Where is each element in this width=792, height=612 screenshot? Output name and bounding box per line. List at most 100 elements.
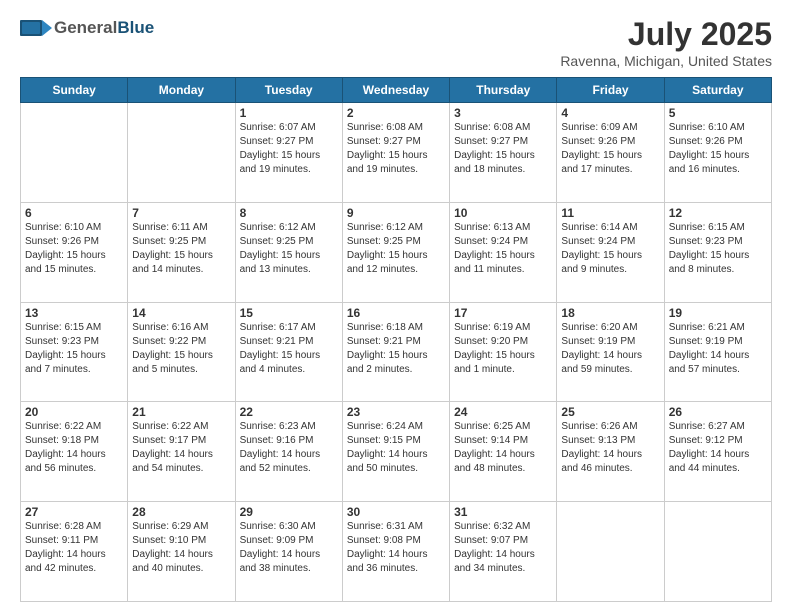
day-info: Sunrise: 6:13 AM Sunset: 9:24 PM Dayligh… [454,221,552,277]
calendar-cell: 16Sunrise: 6:18 AM Sunset: 9:21 PM Dayli… [342,302,449,402]
day-number: 12 [669,206,767,220]
day-info: Sunrise: 6:08 AM Sunset: 9:27 PM Dayligh… [454,121,552,177]
day-info: Sunrise: 6:11 AM Sunset: 9:25 PM Dayligh… [132,221,230,277]
day-info: Sunrise: 6:31 AM Sunset: 9:08 PM Dayligh… [347,520,445,576]
week-row-5: 27Sunrise: 6:28 AM Sunset: 9:11 PM Dayli… [21,502,772,602]
day-number: 7 [132,206,230,220]
weekday-header-monday: Monday [128,78,235,103]
calendar-cell: 26Sunrise: 6:27 AM Sunset: 9:12 PM Dayli… [664,402,771,502]
day-number: 25 [561,405,659,419]
day-number: 24 [454,405,552,419]
calendar-cell: 7Sunrise: 6:11 AM Sunset: 9:25 PM Daylig… [128,202,235,302]
day-number: 22 [240,405,338,419]
calendar-cell: 24Sunrise: 6:25 AM Sunset: 9:14 PM Dayli… [450,402,557,502]
logo-icon [20,16,52,40]
day-info: Sunrise: 6:17 AM Sunset: 9:21 PM Dayligh… [240,321,338,377]
location: Ravenna, Michigan, United States [560,53,772,69]
day-info: Sunrise: 6:16 AM Sunset: 9:22 PM Dayligh… [132,321,230,377]
calendar-cell: 22Sunrise: 6:23 AM Sunset: 9:16 PM Dayli… [235,402,342,502]
calendar-table: SundayMondayTuesdayWednesdayThursdayFrid… [20,77,772,602]
logo: General Blue [20,16,154,40]
day-info: Sunrise: 6:20 AM Sunset: 9:19 PM Dayligh… [561,321,659,377]
day-number: 29 [240,505,338,519]
day-info: Sunrise: 6:30 AM Sunset: 9:09 PM Dayligh… [240,520,338,576]
day-number: 17 [454,306,552,320]
day-number: 9 [347,206,445,220]
calendar-cell: 2Sunrise: 6:08 AM Sunset: 9:27 PM Daylig… [342,103,449,203]
day-number: 10 [454,206,552,220]
day-info: Sunrise: 6:23 AM Sunset: 9:16 PM Dayligh… [240,420,338,476]
weekday-header-thursday: Thursday [450,78,557,103]
day-number: 30 [347,505,445,519]
weekday-header-saturday: Saturday [664,78,771,103]
day-info: Sunrise: 6:07 AM Sunset: 9:27 PM Dayligh… [240,121,338,177]
calendar-cell [664,502,771,602]
day-number: 31 [454,505,552,519]
logo-general-text: General [54,18,117,38]
day-info: Sunrise: 6:22 AM Sunset: 9:17 PM Dayligh… [132,420,230,476]
calendar-cell: 4Sunrise: 6:09 AM Sunset: 9:26 PM Daylig… [557,103,664,203]
day-info: Sunrise: 6:10 AM Sunset: 9:26 PM Dayligh… [25,221,123,277]
calendar-cell: 30Sunrise: 6:31 AM Sunset: 9:08 PM Dayli… [342,502,449,602]
day-info: Sunrise: 6:15 AM Sunset: 9:23 PM Dayligh… [669,221,767,277]
calendar-cell: 15Sunrise: 6:17 AM Sunset: 9:21 PM Dayli… [235,302,342,402]
day-number: 6 [25,206,123,220]
calendar-cell: 27Sunrise: 6:28 AM Sunset: 9:11 PM Dayli… [21,502,128,602]
calendar-cell: 9Sunrise: 6:12 AM Sunset: 9:25 PM Daylig… [342,202,449,302]
day-info: Sunrise: 6:19 AM Sunset: 9:20 PM Dayligh… [454,321,552,377]
weekday-header-friday: Friday [557,78,664,103]
day-info: Sunrise: 6:18 AM Sunset: 9:21 PM Dayligh… [347,321,445,377]
day-info: Sunrise: 6:27 AM Sunset: 9:12 PM Dayligh… [669,420,767,476]
header: General Blue July 2025 Ravenna, Michigan… [20,16,772,69]
calendar-cell: 1Sunrise: 6:07 AM Sunset: 9:27 PM Daylig… [235,103,342,203]
weekday-header-tuesday: Tuesday [235,78,342,103]
day-info: Sunrise: 6:25 AM Sunset: 9:14 PM Dayligh… [454,420,552,476]
day-number: 5 [669,106,767,120]
calendar-cell: 20Sunrise: 6:22 AM Sunset: 9:18 PM Dayli… [21,402,128,502]
day-info: Sunrise: 6:32 AM Sunset: 9:07 PM Dayligh… [454,520,552,576]
day-number: 23 [347,405,445,419]
calendar-cell: 29Sunrise: 6:30 AM Sunset: 9:09 PM Dayli… [235,502,342,602]
day-info: Sunrise: 6:08 AM Sunset: 9:27 PM Dayligh… [347,121,445,177]
weekday-header-wednesday: Wednesday [342,78,449,103]
day-info: Sunrise: 6:29 AM Sunset: 9:10 PM Dayligh… [132,520,230,576]
calendar-cell: 13Sunrise: 6:15 AM Sunset: 9:23 PM Dayli… [21,302,128,402]
calendar-cell: 28Sunrise: 6:29 AM Sunset: 9:10 PM Dayli… [128,502,235,602]
calendar-cell [557,502,664,602]
calendar-cell: 3Sunrise: 6:08 AM Sunset: 9:27 PM Daylig… [450,103,557,203]
day-number: 13 [25,306,123,320]
day-number: 1 [240,106,338,120]
calendar-cell: 5Sunrise: 6:10 AM Sunset: 9:26 PM Daylig… [664,103,771,203]
calendar-cell: 10Sunrise: 6:13 AM Sunset: 9:24 PM Dayli… [450,202,557,302]
day-number: 21 [132,405,230,419]
day-number: 18 [561,306,659,320]
week-row-2: 6Sunrise: 6:10 AM Sunset: 9:26 PM Daylig… [21,202,772,302]
day-number: 11 [561,206,659,220]
day-info: Sunrise: 6:10 AM Sunset: 9:26 PM Dayligh… [669,121,767,177]
day-number: 14 [132,306,230,320]
day-number: 20 [25,405,123,419]
calendar-cell: 6Sunrise: 6:10 AM Sunset: 9:26 PM Daylig… [21,202,128,302]
day-info: Sunrise: 6:14 AM Sunset: 9:24 PM Dayligh… [561,221,659,277]
day-number: 28 [132,505,230,519]
calendar-cell: 14Sunrise: 6:16 AM Sunset: 9:22 PM Dayli… [128,302,235,402]
day-number: 15 [240,306,338,320]
month-title: July 2025 [560,16,772,53]
day-info: Sunrise: 6:28 AM Sunset: 9:11 PM Dayligh… [25,520,123,576]
calendar-cell: 18Sunrise: 6:20 AM Sunset: 9:19 PM Dayli… [557,302,664,402]
calendar-cell: 31Sunrise: 6:32 AM Sunset: 9:07 PM Dayli… [450,502,557,602]
calendar-cell: 8Sunrise: 6:12 AM Sunset: 9:25 PM Daylig… [235,202,342,302]
day-number: 16 [347,306,445,320]
calendar-cell: 11Sunrise: 6:14 AM Sunset: 9:24 PM Dayli… [557,202,664,302]
day-info: Sunrise: 6:26 AM Sunset: 9:13 PM Dayligh… [561,420,659,476]
week-row-4: 20Sunrise: 6:22 AM Sunset: 9:18 PM Dayli… [21,402,772,502]
title-block: July 2025 Ravenna, Michigan, United Stat… [560,16,772,69]
calendar-cell: 19Sunrise: 6:21 AM Sunset: 9:19 PM Dayli… [664,302,771,402]
day-info: Sunrise: 6:15 AM Sunset: 9:23 PM Dayligh… [25,321,123,377]
week-row-1: 1Sunrise: 6:07 AM Sunset: 9:27 PM Daylig… [21,103,772,203]
day-number: 19 [669,306,767,320]
weekday-header-row: SundayMondayTuesdayWednesdayThursdayFrid… [21,78,772,103]
day-number: 26 [669,405,767,419]
calendar-cell [21,103,128,203]
day-info: Sunrise: 6:22 AM Sunset: 9:18 PM Dayligh… [25,420,123,476]
